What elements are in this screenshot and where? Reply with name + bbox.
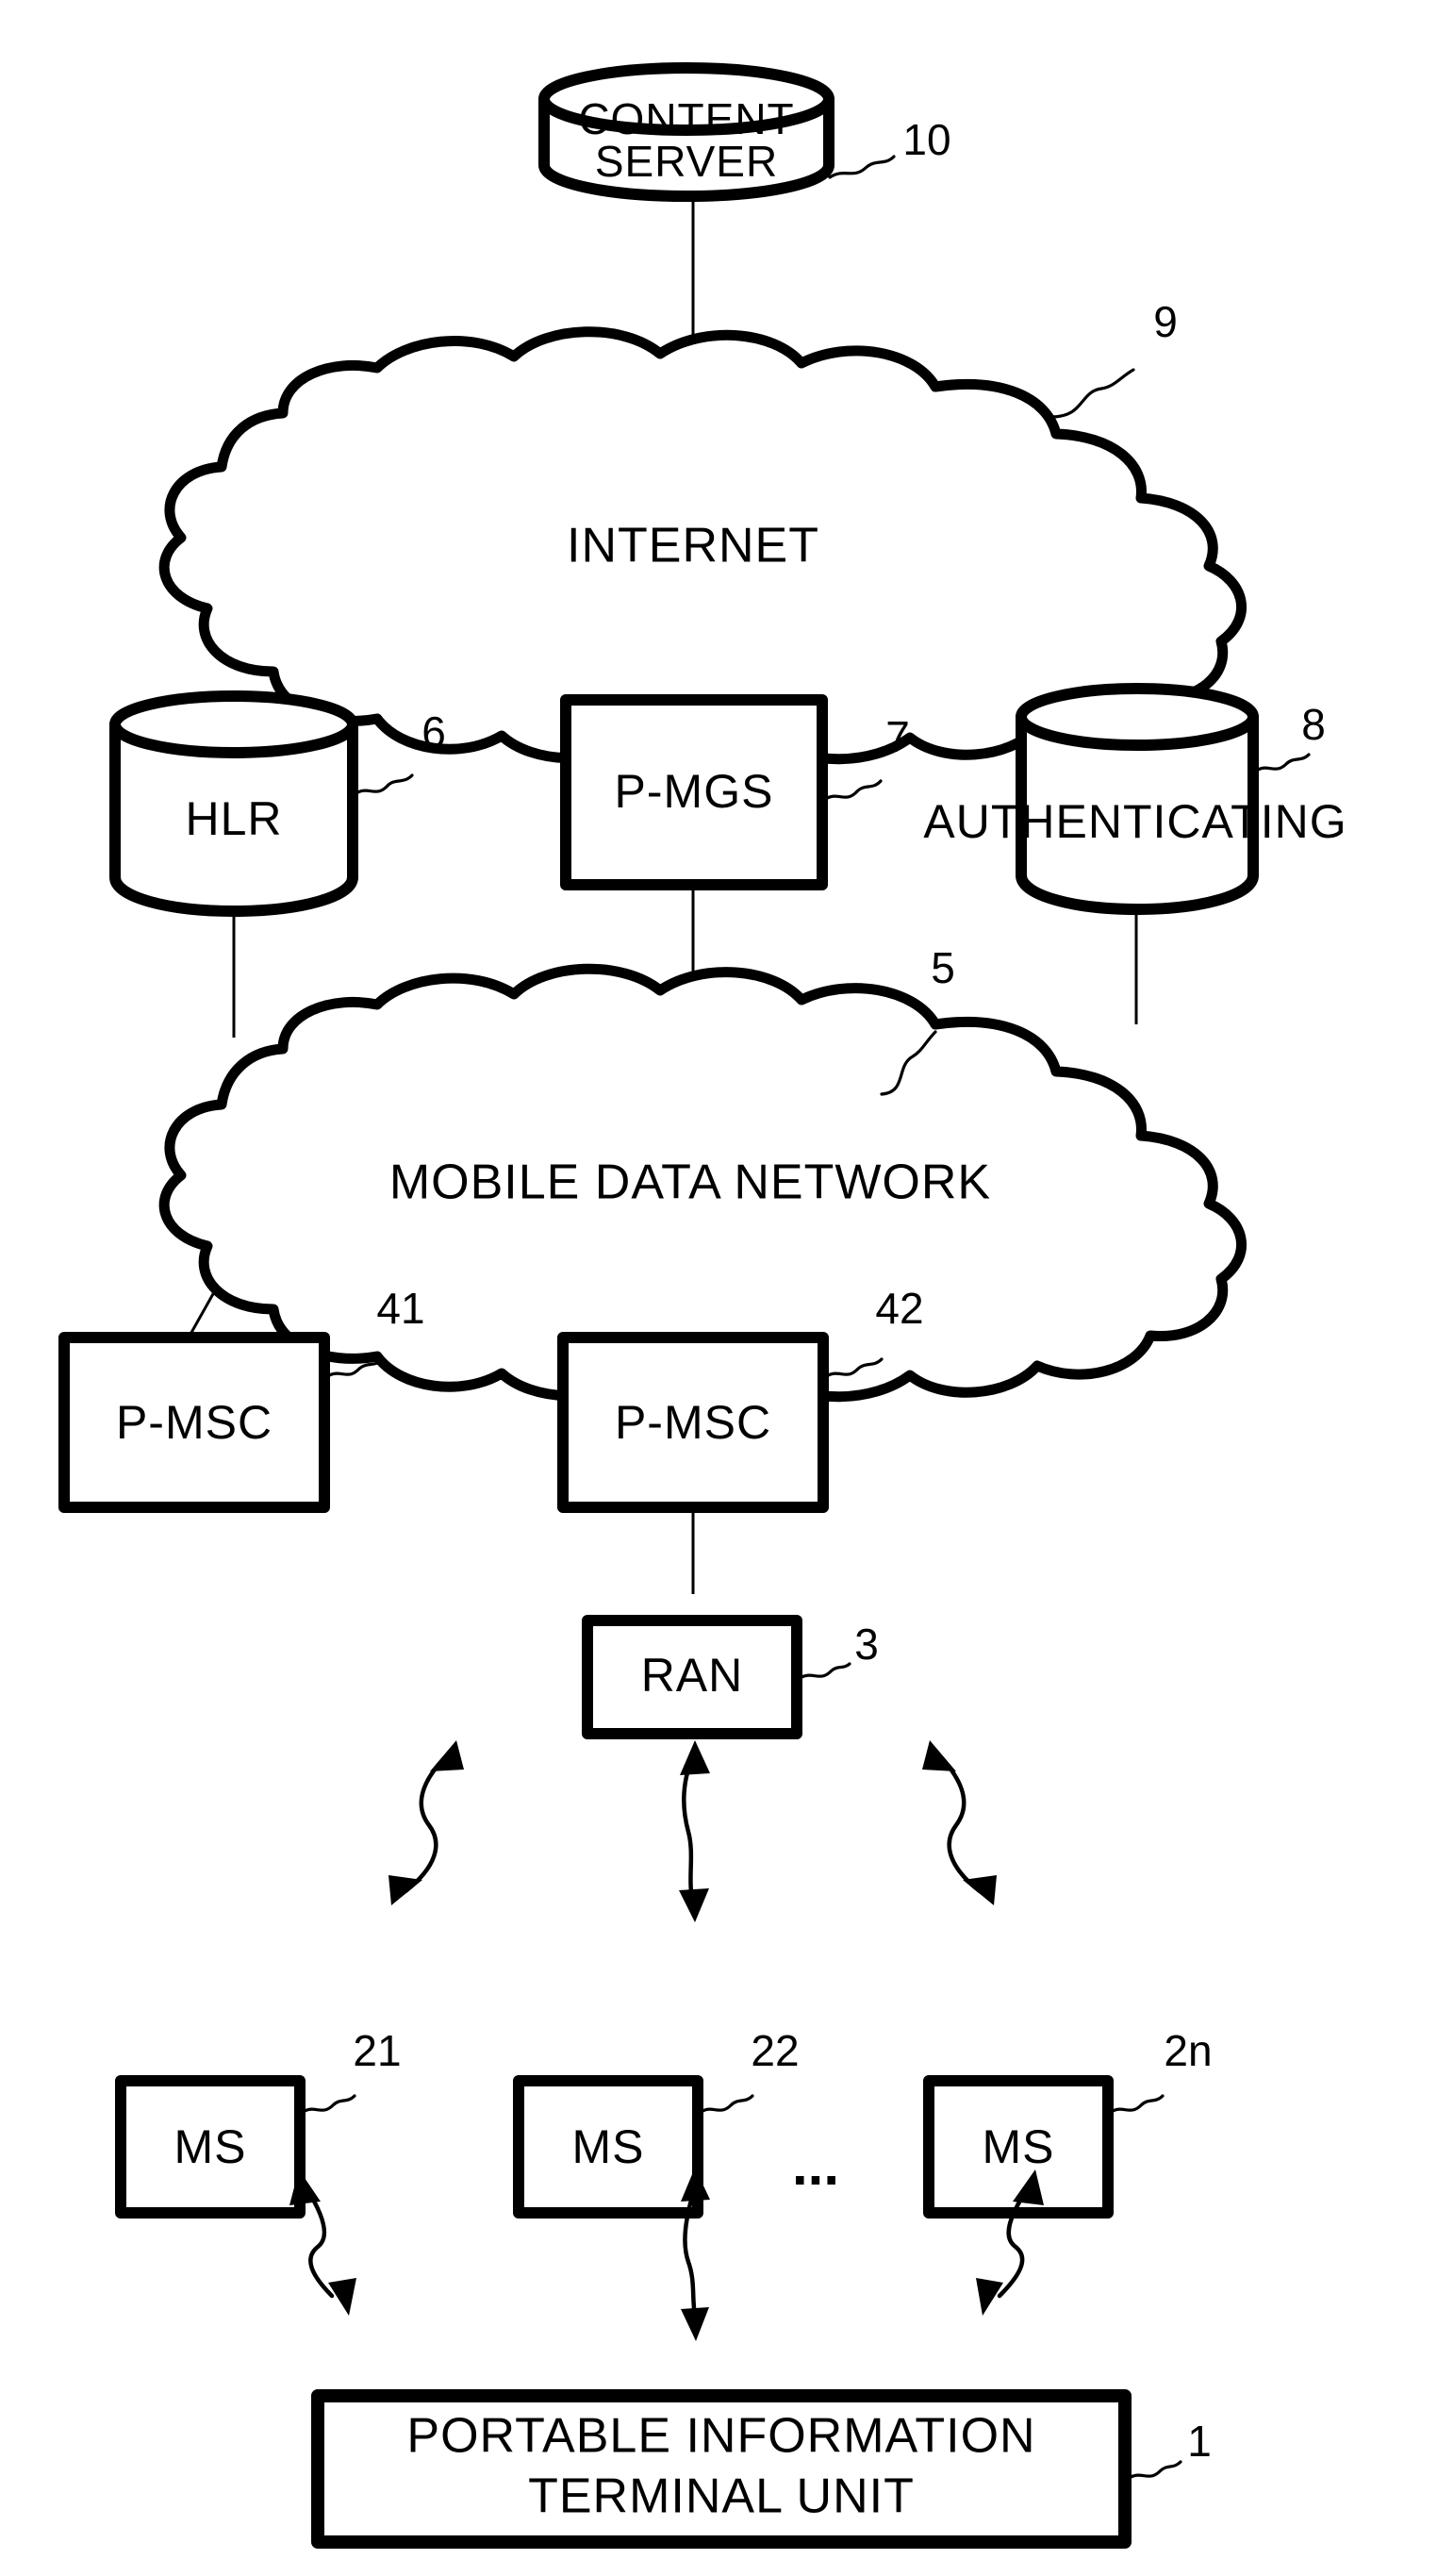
ran-to-ms-arrows [388,1740,997,1922]
pmsc-left-label: P-MSC [116,1396,273,1449]
ran-ms2-arrowhead-down [679,1888,709,1922]
ms1-terminal-wave [304,2185,335,2299]
ms-n-node[interactable]: MS 2n [923,2026,1213,2219]
ran-label: RAN [641,1649,744,1702]
ran-ms2-arrowhead-up [680,1740,710,1775]
ms-2-ref: 22 [751,2026,799,2075]
mobile-data-network-label: MOBILE DATA NETWORK [389,1155,991,1210]
authenticating-ref-leader [1253,753,1311,773]
content-server-node[interactable]: CONTENT SERVER 10 [538,62,951,202]
internet-ref-leader [1049,368,1135,419]
ran-ms1-wave [403,1752,451,1894]
ms-2-node[interactable]: MS 22 [513,2026,800,2219]
pmsc-right-ref: 42 [875,1284,923,1333]
network-diagram-svg: CONTENT SERVER 10 INTERNET 9 HLR 6 P-MGS… [58,62,1347,2549]
authenticating-label: AUTHENTICATING [923,795,1347,848]
internet-label: INTERNET [567,519,819,573]
ms2-terminal-arrowhead-down [681,2307,709,2341]
ms-n-ref: 2n [1164,2026,1212,2075]
pmgs-ref-leader [822,779,883,802]
ran-msn-arrowhead-up [922,1740,956,1771]
ms-2-label: MS [572,2120,645,2173]
terminal-node[interactable]: PORTABLE INFORMATION TERMINAL UNIT 1 [311,2389,1212,2549]
ms-1-ref-leader [300,2094,356,2115]
authenticating-top [1016,683,1259,751]
ran-msn-arrowhead-down [963,1875,997,1905]
hlr-ref: 6 [421,707,446,756]
ran-ms2-wave [682,1753,697,1910]
content-server-label-line2: SERVER [595,137,778,186]
content-server-ref-leader [828,155,896,179]
hlr-ref-leader [353,773,414,796]
hlr-top [109,690,358,758]
terminal-ref-leader [1126,2460,1182,2481]
pmgs-ref: 7 [885,712,910,761]
ran-msn-wave [935,1752,983,1894]
ms-n-label: MS [983,2120,1055,2173]
hlr-label: HLR [185,792,282,845]
internet-ref: 9 [1153,297,1178,346]
ran-ms1-arrowhead-up [430,1740,464,1771]
pmsc-left-ref: 41 [376,1284,424,1333]
ran-node[interactable]: RAN 3 [582,1615,879,1739]
ms-ellipsis: ... [792,2134,839,2197]
content-server-ref: 10 [902,115,950,164]
ms-2-ref-leader [698,2094,754,2115]
ran-ref: 3 [854,1620,879,1669]
ms-1-label: MS [174,2120,247,2173]
mobile-data-network-node[interactable]: MOBILE DATA NETWORK 5 [158,943,1247,1403]
pmsc-right-label: P-MSC [615,1396,771,1449]
ran-ref-leader [797,1662,851,1681]
ran-ms1-arrowhead-down [388,1875,422,1905]
figure-canvas: CONTENT SERVER 10 INTERNET 9 HLR 6 P-MGS… [0,0,1454,2576]
ms-n-ref-leader [1108,2094,1165,2115]
terminal-ref: 1 [1187,2417,1212,2466]
terminal-label-line1: PORTABLE INFORMATION [406,2409,1035,2464]
pmgs-label: P-MGS [615,765,774,818]
ms-1-ref: 21 [353,2026,401,2075]
ms-1-node[interactable]: MS 21 [115,2026,402,2219]
authenticating-ref: 8 [1301,700,1326,749]
mobile-data-network-ref: 5 [931,943,955,992]
terminal-label-line2: TERMINAL UNIT [528,2469,915,2524]
